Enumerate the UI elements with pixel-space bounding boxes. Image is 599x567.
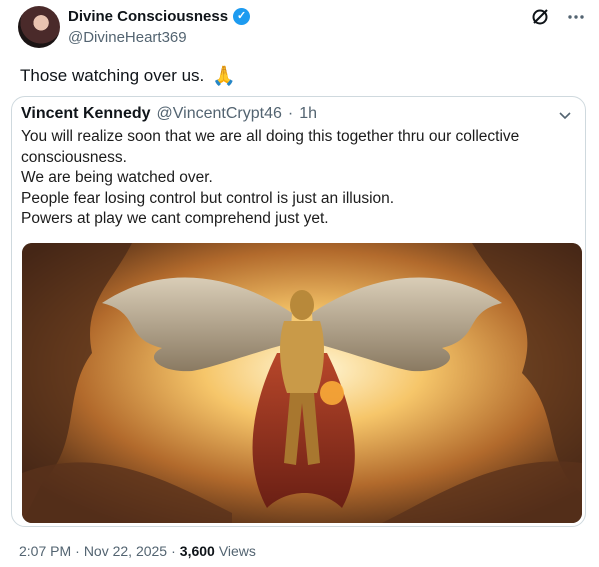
angel-artwork-image[interactable] <box>22 243 582 523</box>
quoted-line: Powers at play we cant comprehend just y… <box>21 210 329 227</box>
tweet-meta: 2:07 PM · Nov 22, 2025 · 3,600 Views <box>19 543 256 559</box>
author-display-name[interactable]: Divine Consciousness <box>68 8 228 25</box>
quoted-separator: · <box>287 105 294 122</box>
quoted-line: consciousness. <box>21 148 127 166</box>
slash-circle-icon[interactable] <box>529 6 551 28</box>
post-date[interactable]: Nov 22, 2025 <box>84 543 167 559</box>
author-handle[interactable]: @DivineHeart369 <box>68 29 187 46</box>
quoted-body: You will realize soon that we are all do… <box>21 127 581 230</box>
praying-hands-emoji: 🙏 <box>212 66 236 87</box>
quoted-header: Vincent Kennedy @VincentCrypt46 · 1h <box>21 105 317 123</box>
author-name-row: Divine Consciousness ✓ <box>68 8 251 25</box>
quoted-tweet[interactable]: Vincent Kennedy @VincentCrypt46 · 1h You… <box>11 96 586 527</box>
quoted-line: We are being watched over. <box>21 169 213 186</box>
views-count: 3,600 <box>179 543 215 559</box>
top-actions <box>529 6 587 28</box>
post-time[interactable]: 2:07 PM <box>19 543 71 559</box>
verified-badge-icon: ✓ <box>233 8 251 25</box>
quoted-display-name: Vincent Kennedy <box>21 105 151 122</box>
tweet-text: Those watching over us. 🙏 <box>20 64 236 88</box>
more-horizontal-icon[interactable] <box>565 6 587 28</box>
views-label: Views <box>218 543 256 559</box>
meta-separator: · <box>75 543 80 559</box>
avatar[interactable] <box>18 6 60 48</box>
chevron-down-icon <box>557 107 573 123</box>
tweet-body: Those watching over us. <box>20 66 205 85</box>
meta-separator: · <box>171 543 176 559</box>
quoted-line: People fear losing control but control i… <box>21 189 395 207</box>
quoted-time: 1h <box>299 105 317 122</box>
quoted-handle: @VincentCrypt46 <box>156 105 282 122</box>
quoted-line: You will realize soon that we are all do… <box>21 128 520 145</box>
